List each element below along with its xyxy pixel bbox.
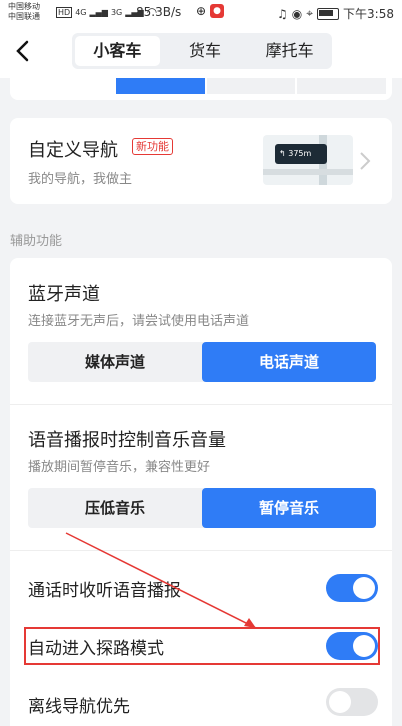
carrier-names: 中国移动 中国联通 — [8, 2, 40, 22]
preview-road-cross — [263, 169, 353, 175]
tab-car[interactable]: 小客车 — [75, 36, 160, 66]
hd-icon: HD — [56, 6, 73, 18]
preview-distance: 375 — [288, 149, 304, 158]
call-voice-broadcast-toggle[interactable] — [326, 574, 378, 602]
divider — [10, 404, 392, 405]
eye-icon: ◉ — [291, 6, 303, 21]
custom-navigation-subtitle: 我的导航，我做主 — [28, 172, 133, 187]
music-volume-title: 语音播报时控制音乐音量 — [28, 430, 226, 451]
vehicle-tabs: 小客车 货车 摩托车 — [72, 33, 332, 69]
time: 下午3:58 — [343, 7, 394, 21]
carrier-2: 中国联通 — [8, 12, 40, 21]
option-pause-music[interactable]: 暂停音乐 — [202, 488, 376, 528]
tab-motorcycle[interactable]: 摩托车 — [247, 33, 332, 69]
preview-turn-sign: ↰ 375m — [275, 144, 327, 164]
bluetooth-channel-segment: 媒体声道 电话声道 — [28, 342, 376, 382]
carrier-1: 中国移动 — [8, 2, 40, 11]
divider — [10, 550, 392, 551]
call-voice-broadcast-label: 通话时收听语音播报 — [28, 581, 181, 601]
music-volume-segment: 压低音乐 暂停音乐 — [28, 488, 376, 528]
headset-icon: ♫ — [277, 6, 288, 21]
mic-app-icon: ● — [210, 4, 225, 18]
bluetooth-channel-subtitle: 连接蓝牙无声后，请尝试使用电话声道 — [28, 314, 250, 329]
custom-navigation-title: 自定义导航 — [28, 140, 118, 161]
option-phone-channel[interactable]: 电话声道 — [202, 342, 376, 382]
toggle-knob — [353, 635, 375, 657]
offline-navigation-toggle[interactable] — [326, 688, 378, 716]
auto-explore-mode-toggle[interactable] — [326, 632, 378, 660]
app-icon: ⊕ — [196, 4, 207, 18]
chevron-right-icon — [360, 152, 371, 170]
bluetooth-channel-title: 蓝牙声道 — [28, 284, 100, 305]
custom-navigation-card[interactable]: 自定义导航 新功能 我的导航，我做主 ↰ 375m — [10, 118, 392, 204]
assist-settings-card: 蓝牙声道 连接蓝牙无声后，请尝试使用电话声道 媒体声道 电话声道 语音播报时控制… — [10, 258, 392, 726]
location-icon: ⌖ — [306, 6, 314, 20]
option-lower-music[interactable]: 压低音乐 — [28, 488, 202, 528]
signal-icon: ▂▄▆ — [89, 7, 108, 17]
toggle-knob — [353, 577, 375, 599]
section-title-assist: 辅助功能 — [10, 234, 63, 249]
notification-icons: ⊕ ● — [196, 4, 225, 18]
offline-navigation-label: 离线导航优先 — [28, 697, 130, 717]
preview-unit: m — [303, 149, 312, 158]
status-bar: 中国移动 中国联通 HD 4G ▂▄▆ 3G ▂▄▆ ◠ 85.3B/s ⊕ ●… — [0, 0, 402, 26]
back-button[interactable] — [10, 36, 36, 66]
network-3g-label: 3G — [110, 7, 123, 17]
auto-explore-mode-label: 自动进入探路模式 — [28, 639, 164, 659]
battery-icon — [317, 7, 340, 20]
status-right: ♫ ◉ ⌖ 下午3:58 — [277, 5, 394, 22]
top-nav: 小客车 货车 摩托车 — [0, 26, 402, 78]
new-feature-badge: 新功能 — [132, 138, 173, 155]
navigation-preview-thumbnail: ↰ 375m — [263, 135, 353, 185]
chevron-left-icon — [16, 40, 29, 62]
music-volume-subtitle: 播放期间暂停音乐，兼容性更好 — [28, 460, 211, 475]
network-4g-label: 4G — [75, 7, 87, 17]
toggle-knob — [329, 691, 351, 713]
network-speed: 85.3B/s — [136, 5, 182, 19]
option-media-channel[interactable]: 媒体声道 — [28, 342, 202, 382]
tab-truck[interactable]: 货车 — [163, 33, 248, 69]
